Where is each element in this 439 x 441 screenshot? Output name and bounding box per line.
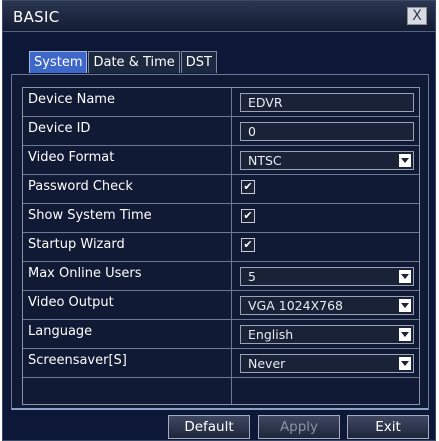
exit-button[interactable]: Exit (347, 415, 429, 439)
settings-table: Device Name EDVR Device ID 0 Video Forma… (22, 87, 420, 405)
video-output-select[interactable]: VGA 1024X768 (240, 296, 414, 315)
empty-cell (23, 378, 232, 404)
chevron-down-icon[interactable] (399, 357, 411, 370)
video-format-select[interactable]: NTSC (240, 151, 414, 170)
video-output-value: VGA 1024X768 (248, 298, 343, 313)
table-row: Language English (23, 320, 419, 349)
table-row: Password Check ✔ (23, 175, 419, 204)
device-id-input[interactable]: 0 (240, 122, 414, 141)
table-row: Max Online Users 5 (23, 262, 419, 291)
empty-row (23, 378, 419, 404)
password-check-label: Password Check (23, 175, 232, 203)
apply-button[interactable]: Apply (258, 415, 340, 439)
chevron-down-icon[interactable] (399, 270, 411, 283)
language-value: English (248, 327, 294, 342)
tab-bar: System Date & Time DST (29, 51, 218, 73)
language-select[interactable]: English (240, 325, 414, 344)
max-online-users-select[interactable]: 5 (240, 267, 414, 286)
screensaver-value: Never (248, 356, 286, 371)
startup-wizard-label: Startup Wizard (23, 233, 232, 261)
table-row: Device Name EDVR (23, 88, 419, 117)
close-icon[interactable]: X (407, 7, 427, 25)
video-output-label: Video Output (23, 291, 232, 319)
device-name-label: Device Name (23, 88, 232, 116)
window-title: BASIC (13, 8, 60, 26)
title-bar: BASIC X (3, 1, 435, 32)
chevron-down-icon[interactable] (399, 299, 411, 312)
password-check-checkbox[interactable]: ✔ (241, 180, 255, 194)
tab-system[interactable]: System (29, 51, 88, 73)
system-settings-panel: Device Name EDVR Device ID 0 Video Forma… (11, 74, 429, 410)
screensaver-select[interactable]: Never (240, 354, 414, 373)
video-format-label: Video Format (23, 146, 232, 174)
table-row: Video Output VGA 1024X768 (23, 291, 419, 320)
basic-settings-window: BASIC X System Date & Time DST Device Na… (2, 0, 436, 441)
language-label: Language (23, 320, 232, 348)
default-button[interactable]: Default (168, 415, 250, 439)
show-system-time-checkbox[interactable]: ✔ (241, 209, 255, 223)
device-name-input[interactable]: EDVR (240, 93, 414, 112)
tab-date-time[interactable]: Date & Time (88, 51, 180, 73)
table-row: Video Format NTSC (23, 146, 419, 175)
table-row: Device ID 0 (23, 117, 419, 146)
startup-wizard-checkbox[interactable]: ✔ (241, 238, 255, 252)
tab-dst[interactable]: DST (180, 51, 217, 73)
screensaver-label: Screensaver[S] (23, 349, 232, 377)
table-row: Screensaver[S] Never (23, 349, 419, 378)
chevron-down-icon[interactable] (399, 154, 411, 167)
max-online-users-value: 5 (248, 269, 256, 284)
device-id-label: Device ID (23, 117, 232, 145)
chevron-down-icon[interactable] (399, 328, 411, 341)
video-format-value: NTSC (248, 153, 282, 168)
table-row: Show System Time ✔ (23, 204, 419, 233)
table-row: Startup Wizard ✔ (23, 233, 419, 262)
show-system-time-label: Show System Time (23, 204, 232, 232)
max-online-users-label: Max Online Users (23, 262, 232, 290)
